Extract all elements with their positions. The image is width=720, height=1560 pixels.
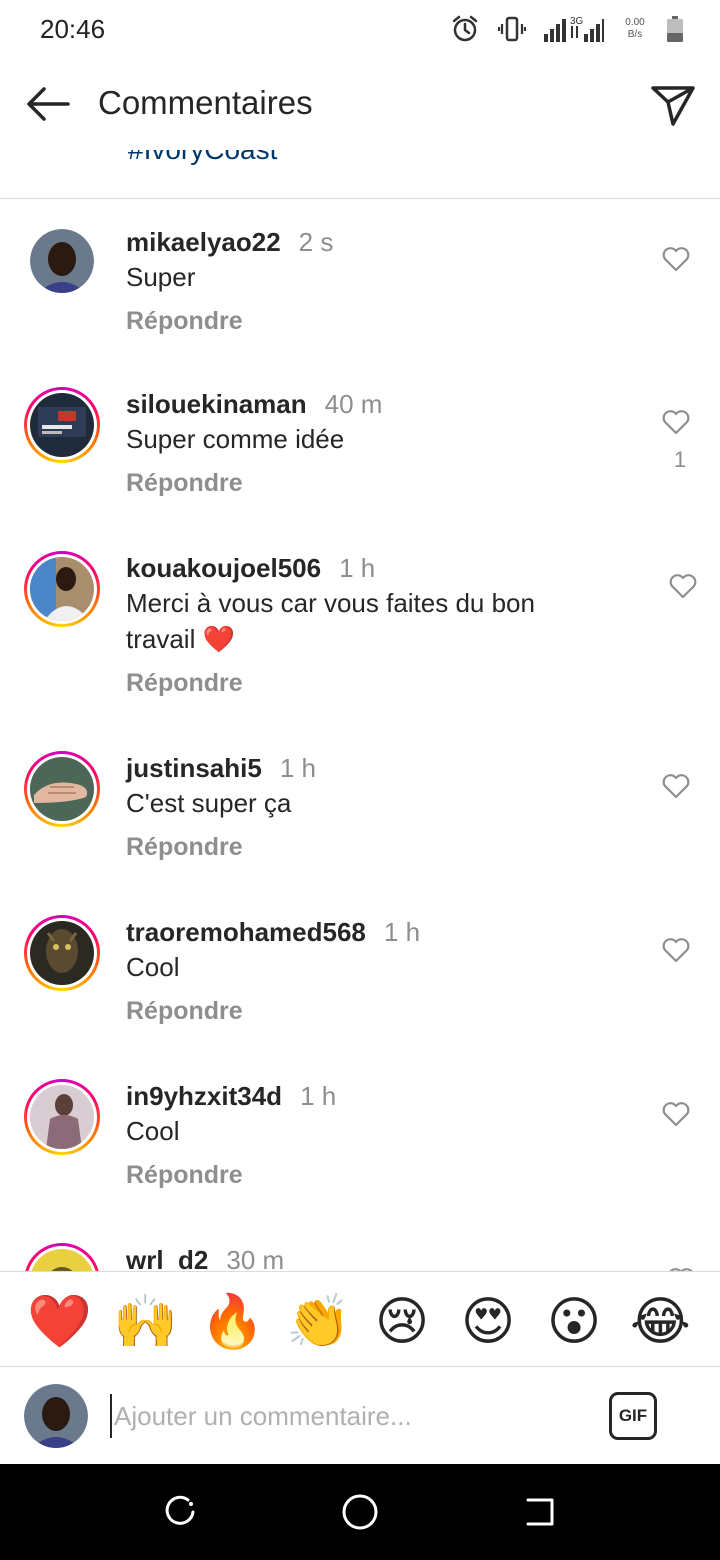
emoji-fire[interactable]: 🔥: [200, 1292, 265, 1352]
back-button[interactable]: [520, 1492, 560, 1532]
comment-item: wrl_d2 30 m: [0, 1243, 720, 1271]
avatar[interactable]: [24, 915, 100, 991]
emoji-heart[interactable]: ❤️: [27, 1292, 92, 1352]
comment-text: Merci à vous car vous faites du bon trav…: [126, 588, 535, 654]
comments-list[interactable]: mikaelyao22 2 s Super Répondre silouekina…: [0, 199, 720, 1271]
heart-icon[interactable]: [661, 935, 691, 965]
avatar: [24, 1384, 88, 1448]
emoji-heart-eyes[interactable]: 😍: [458, 1292, 518, 1352]
home-button[interactable]: [340, 1492, 380, 1532]
comment-text: C'est super ça: [126, 788, 292, 818]
heart-icon[interactable]: [661, 771, 691, 801]
reply-button[interactable]: Répondre: [126, 997, 243, 1026]
avatar[interactable]: [24, 751, 100, 827]
page-title: Commentaires: [98, 84, 313, 121]
comment-username[interactable]: justinsahi5 1 h: [126, 753, 316, 784]
like-count: 1: [673, 447, 687, 472]
emoji-clap[interactable]: 👏: [286, 1292, 351, 1352]
heart-icon[interactable]: [661, 244, 691, 274]
status-icons: 3G 0.00 B/s: [450, 12, 684, 46]
comment-text: Cool: [126, 952, 180, 982]
comment-item: kouakoujoel506 1 h Merci à vous car vous …: [0, 551, 720, 721]
recents-button[interactable]: [160, 1492, 200, 1532]
avatar[interactable]: [24, 387, 100, 463]
heart-icon[interactable]: [661, 407, 691, 437]
comment-time: 2 s: [298, 227, 334, 257]
battery-icon: [667, 16, 683, 42]
comment-time: 1 h: [339, 553, 376, 583]
status-bar: 20:46 3G 0.00 B/s: [0, 0, 720, 58]
comment-item: silouekinaman 40 m Super comme idée Répon…: [0, 387, 720, 527]
emoji-laughing[interactable]: 😂: [630, 1292, 691, 1352]
caption-peek: #IvoryCoast: [0, 150, 720, 198]
signal-icon: 3G: [544, 14, 604, 44]
send-icon[interactable]: [650, 82, 696, 128]
reply-button[interactable]: Répondre: [126, 307, 243, 336]
reply-button[interactable]: Répondre: [126, 1161, 243, 1190]
vibrate-icon: [498, 16, 526, 42]
comment-time: 30 m: [226, 1245, 285, 1271]
comment-text: Super comme idée: [126, 424, 345, 454]
reply-button[interactable]: Répondre: [126, 833, 243, 862]
comment-item: in9yhzxit34d 1 h Cool Répondre: [0, 1079, 720, 1219]
emoji-quick-reactions: ❤️ 🙌 🔥 👏 😢 😍 😮 😂: [0, 1271, 720, 1367]
avatar[interactable]: [24, 1079, 100, 1155]
avatar[interactable]: [30, 229, 94, 293]
emoji-surprised[interactable]: 😮: [544, 1292, 604, 1352]
comment-item: justinsahi5 1 h C'est super ça Répondre: [0, 751, 720, 891]
comment-composer: GIF: [0, 1368, 720, 1464]
emoji-raised-hands[interactable]: 🙌: [113, 1292, 178, 1352]
avatar[interactable]: [24, 551, 100, 627]
comment-time: 1 h: [279, 753, 316, 783]
comment-text: Super: [126, 262, 196, 292]
status-time: 20:46: [40, 14, 106, 44]
heart-icon[interactable]: [668, 571, 698, 601]
alarm-icon: [452, 15, 478, 42]
network-speed: 0.00 B/s: [625, 17, 645, 40]
reply-button[interactable]: Répondre: [126, 669, 243, 698]
comment-username[interactable]: traoremohamed568 1 h: [126, 917, 420, 948]
comment-item: mikaelyao22 2 s Super Répondre: [0, 227, 720, 359]
emoji-sad[interactable]: 😢: [372, 1292, 432, 1352]
heart-icon[interactable]: [661, 1099, 691, 1129]
gif-button[interactable]: GIF: [609, 1392, 657, 1440]
comment-item: traoremohamed568 1 h Cool Répondre: [0, 915, 720, 1055]
comment-username[interactable]: kouakoujoel506 1 h: [126, 553, 375, 584]
comment-text: Cool: [126, 1116, 180, 1146]
comment-username[interactable]: in9yhzxit34d 1 h: [126, 1081, 336, 1112]
comment-username[interactable]: mikaelyao22 2 s: [126, 227, 333, 258]
comment-username[interactable]: wrl_d2 30 m: [126, 1245, 284, 1271]
comment-time: 1 h: [300, 1081, 337, 1111]
comment-username[interactable]: silouekinaman 40 m: [126, 389, 382, 420]
network-type: 3G: [570, 16, 584, 27]
comment-time: 1 h: [383, 917, 421, 947]
avatar[interactable]: [24, 1243, 100, 1271]
comment-time: 40 m: [324, 389, 383, 419]
comment-input[interactable]: [110, 1394, 580, 1438]
caption-hashtag[interactable]: #IvoryCoast: [128, 150, 277, 166]
arrow-left-icon[interactable]: [24, 80, 72, 128]
header: Commentaires: [0, 58, 720, 150]
reply-button[interactable]: Répondre: [126, 469, 243, 498]
system-nav-bar: [0, 1464, 720, 1560]
